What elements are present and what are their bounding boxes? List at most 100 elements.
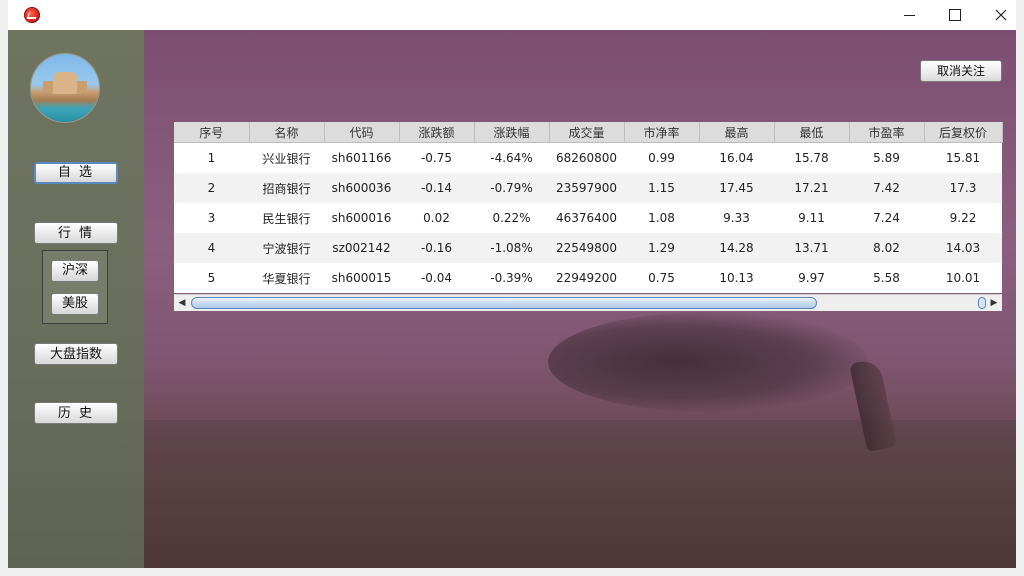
- hushen-button[interactable]: 沪深: [51, 260, 99, 282]
- index-button[interactable]: 大盘指数: [34, 343, 118, 365]
- cell-pct: 0.22%: [474, 203, 549, 233]
- column-header[interactable]: 涨跌额: [399, 122, 475, 143]
- cell-change: -0.16: [399, 233, 474, 263]
- cell-adj: 17.3: [924, 173, 1002, 203]
- cell-adj: 9.22: [924, 203, 1002, 233]
- column-header[interactable]: 市盈率: [849, 122, 925, 143]
- cell-pct: -0.39%: [474, 263, 549, 293]
- cell-change: -0.04: [399, 263, 474, 293]
- close-icon: [995, 9, 1007, 21]
- stock-table: 序号 名称 代码 涨跌额 涨跌幅 成交量 市净率 最高 最低 市盈率 后复权价 …: [174, 122, 1003, 293]
- minimize-button[interactable]: [886, 0, 932, 30]
- cell-high: 14.28: [699, 233, 774, 263]
- maximize-button[interactable]: [932, 0, 978, 30]
- column-header[interactable]: 涨跌幅: [474, 122, 550, 143]
- table-row[interactable]: 5 华夏银行 sh600015 -0.04 -0.39% 22949200 0.…: [174, 263, 1002, 293]
- horizontal-scrollbar[interactable]: ◀ ▶: [174, 294, 1002, 311]
- cell-low: 9.97: [774, 263, 849, 293]
- table-header-row: 序号 名称 代码 涨跌额 涨跌幅 成交量 市净率 最高 最低 市盈率 后复权价: [174, 122, 1003, 143]
- cell-code: sh600036: [324, 173, 399, 203]
- cell-pb: 0.75: [624, 263, 699, 293]
- cell-change: -0.75: [399, 142, 474, 173]
- cell-index: 1: [174, 142, 249, 173]
- main-content: 自 选 行 情 沪深 美股 大盘指数 历 史 取消关注 序号 名称 代码 涨跌额…: [8, 30, 1016, 568]
- cell-pb: 1.08: [624, 203, 699, 233]
- column-header[interactable]: 市净率: [624, 122, 700, 143]
- avatar-building: [53, 72, 77, 94]
- cell-index: 4: [174, 233, 249, 263]
- scroll-right-icon[interactable]: ▶: [987, 297, 1001, 309]
- background-tree-crown: [548, 312, 868, 412]
- cell-pb: 1.15: [624, 173, 699, 203]
- cell-low: 9.11: [774, 203, 849, 233]
- cell-change: 0.02: [399, 203, 474, 233]
- cell-high: 17.45: [699, 173, 774, 203]
- column-header[interactable]: 代码: [324, 122, 400, 143]
- market-button[interactable]: 行 情: [34, 222, 118, 244]
- market-submenu: 沪深 美股: [42, 250, 108, 324]
- cell-high: 10.13: [699, 263, 774, 293]
- us-stocks-button[interactable]: 美股: [51, 293, 99, 315]
- cell-pb: 0.99: [624, 142, 699, 173]
- scrollbar-track-end: [978, 297, 986, 309]
- cell-pct: -1.08%: [474, 233, 549, 263]
- cell-code: sh600016: [324, 203, 399, 233]
- cell-pe: 7.24: [849, 203, 924, 233]
- cell-low: 15.78: [774, 142, 849, 173]
- cell-pe: 5.89: [849, 142, 924, 173]
- cell-low: 17.21: [774, 173, 849, 203]
- unfollow-button[interactable]: 取消关注: [920, 60, 1002, 82]
- close-button[interactable]: [978, 0, 1024, 30]
- cell-low: 13.71: [774, 233, 849, 263]
- cell-volume: 22549800: [549, 233, 624, 263]
- avatar: [31, 54, 99, 122]
- cell-volume: 68260800: [549, 142, 624, 173]
- column-header[interactable]: 最高: [699, 122, 775, 143]
- cell-high: 16.04: [699, 142, 774, 173]
- sidebar: 自 选 行 情 沪深 美股 大盘指数 历 史: [8, 30, 144, 568]
- scroll-left-icon[interactable]: ◀: [175, 297, 189, 309]
- minimize-icon: [903, 14, 915, 16]
- cell-pct: -4.64%: [474, 142, 549, 173]
- cell-pe: 7.42: [849, 173, 924, 203]
- cell-volume: 23597900: [549, 173, 624, 203]
- cell-high: 9.33: [699, 203, 774, 233]
- title-bar: [8, 0, 1016, 30]
- column-header[interactable]: 序号: [174, 122, 250, 143]
- maximize-icon: [949, 9, 961, 21]
- cell-volume: 22949200: [549, 263, 624, 293]
- stock-app-icon: [24, 7, 40, 23]
- column-header[interactable]: 成交量: [549, 122, 625, 143]
- cell-pe: 8.02: [849, 233, 924, 263]
- cell-adj: 15.81: [924, 142, 1002, 173]
- cell-index: 2: [174, 173, 249, 203]
- table-row[interactable]: 1 兴业银行 sh601166 -0.75 -4.64% 68260800 0.…: [174, 142, 1002, 173]
- cell-change: -0.14: [399, 173, 474, 203]
- cell-name: 华夏银行: [249, 263, 324, 293]
- cell-name: 宁波银行: [249, 233, 324, 263]
- cell-name: 兴业银行: [249, 142, 324, 173]
- table-row[interactable]: 4 宁波银行 sz002142 -0.16 -1.08% 22549800 1.…: [174, 233, 1002, 263]
- cell-pct: -0.79%: [474, 173, 549, 203]
- cell-index: 3: [174, 203, 249, 233]
- history-button[interactable]: 历 史: [34, 402, 118, 424]
- cell-volume: 46376400: [549, 203, 624, 233]
- watchlist-button[interactable]: 自 选: [34, 162, 118, 184]
- cell-name: 招商银行: [249, 173, 324, 203]
- cell-pb: 1.29: [624, 233, 699, 263]
- cell-adj: 14.03: [924, 233, 1002, 263]
- cell-name: 民生银行: [249, 203, 324, 233]
- table-row[interactable]: 2 招商银行 sh600036 -0.14 -0.79% 23597900 1.…: [174, 173, 1002, 203]
- cell-code: sh600015: [324, 263, 399, 293]
- cell-pe: 5.58: [849, 263, 924, 293]
- cell-adj: 10.01: [924, 263, 1002, 293]
- column-header[interactable]: 后复权价: [924, 122, 1003, 143]
- table-row[interactable]: 3 民生银行 sh600016 0.02 0.22% 46376400 1.08…: [174, 203, 1002, 233]
- cell-code: sz002142: [324, 233, 399, 263]
- cell-index: 5: [174, 263, 249, 293]
- stock-table-container: 序号 名称 代码 涨跌额 涨跌幅 成交量 市净率 最高 最低 市盈率 后复权价 …: [174, 122, 1003, 312]
- scrollbar-thumb[interactable]: [191, 297, 817, 309]
- column-header[interactable]: 最低: [774, 122, 850, 143]
- cell-code: sh601166: [324, 142, 399, 173]
- column-header[interactable]: 名称: [249, 122, 325, 143]
